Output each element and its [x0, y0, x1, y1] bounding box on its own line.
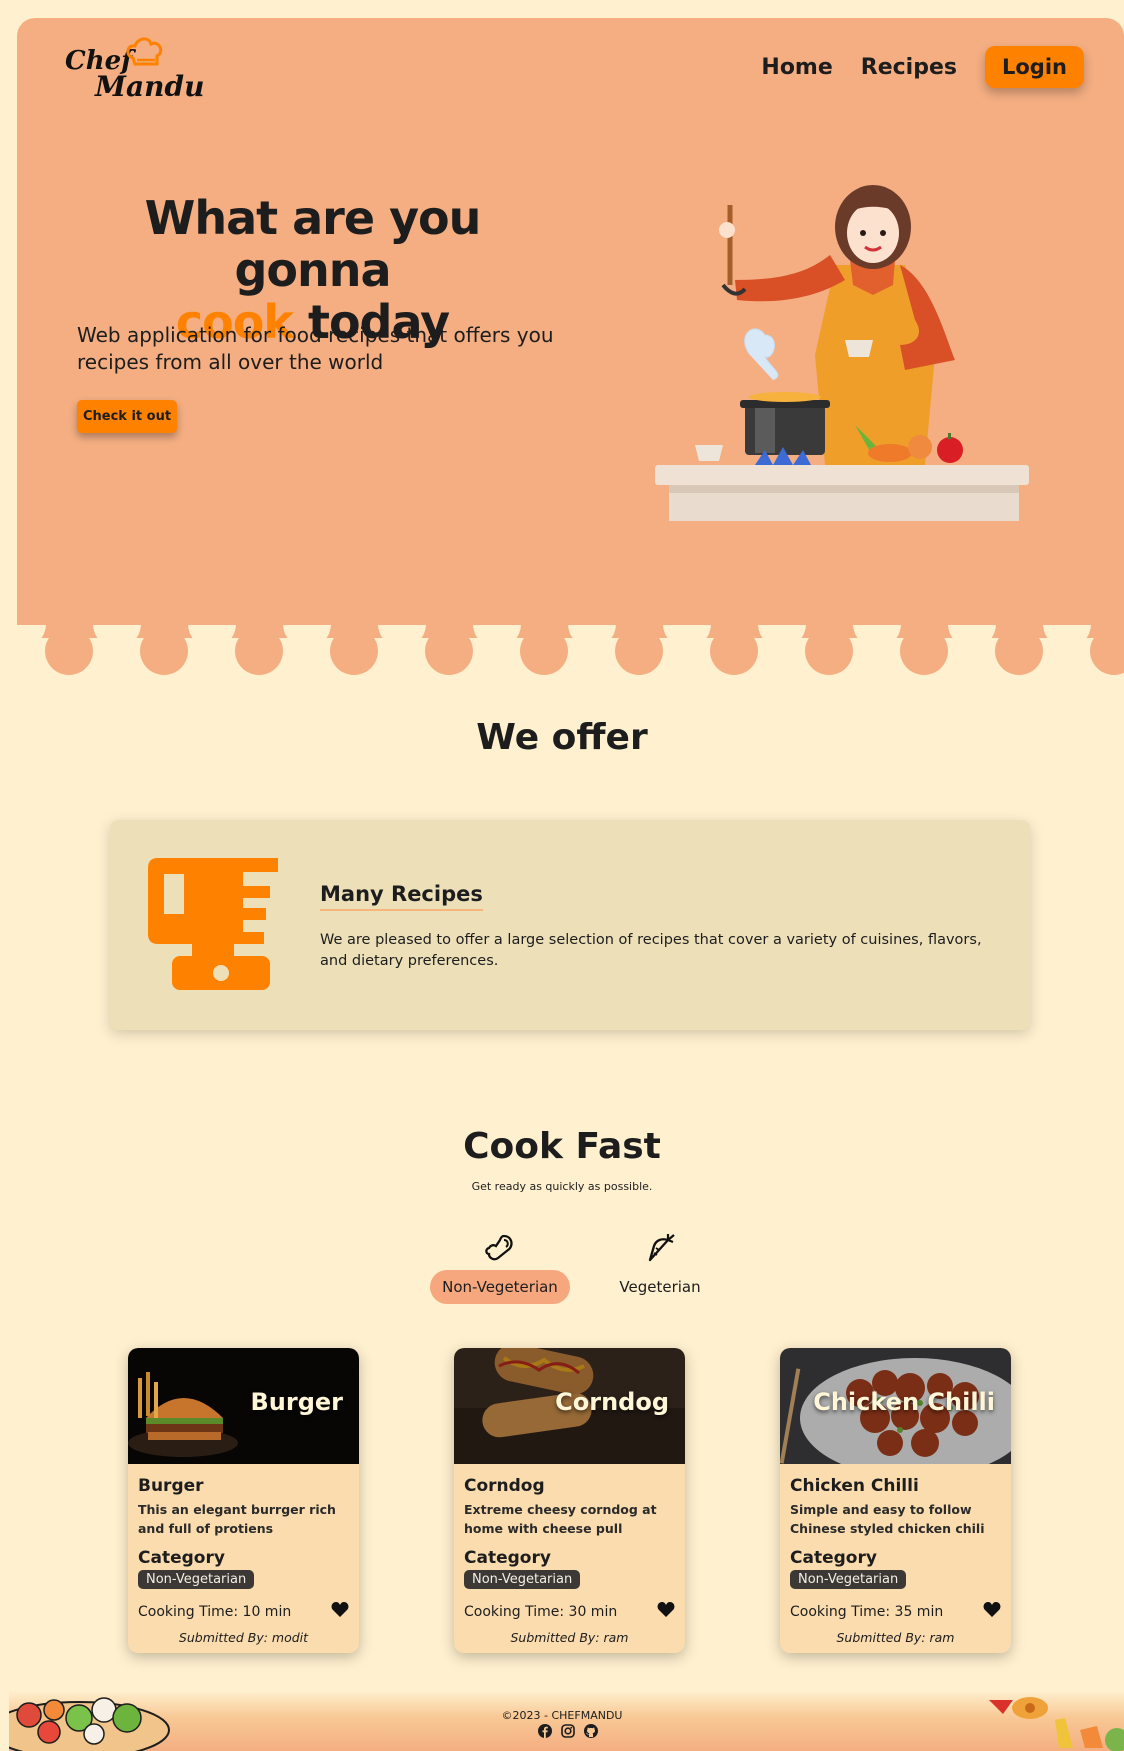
recipe-category-label: Category: [138, 1548, 225, 1568]
recipe-image-chicken-chilli: Chicken Chilli: [780, 1348, 1011, 1464]
cook-fast-title: Cook Fast: [463, 1126, 661, 1167]
login-button[interactable]: Login: [985, 46, 1084, 88]
hero-subtitle: Web application for food recipes that of…: [77, 323, 554, 374]
footer-copyright: ©2023 - CHEFMANDU: [501, 1709, 623, 1722]
recipe-name: Chicken Chilli: [790, 1476, 919, 1496]
recipe-image-corndog: Corndog: [454, 1348, 685, 1464]
blender-icon: [148, 858, 278, 990]
tab-non-vegetarian[interactable]: Non-Vegeterian: [427, 1232, 573, 1304]
heart-icon[interactable]: [983, 1602, 1001, 1618]
recipe-card-chicken-chilli[interactable]: Chicken Chilli Chicken Chilli Simple and…: [780, 1348, 1011, 1653]
recipe-name: Corndog: [464, 1476, 545, 1496]
cook-fast-subtitle: Get ready as quickly as possible.: [471, 1180, 653, 1193]
facebook-icon[interactable]: [538, 1724, 552, 1738]
submitted-by: Submitted By: ram: [510, 1630, 629, 1645]
offer-text: We are pleased to offer a large selectio…: [320, 932, 982, 969]
cooking-time: Cooking Time: 10 min: [138, 1604, 292, 1620]
recipe-description: This an elegant burrger rich and full of…: [138, 1502, 336, 1536]
recipe-card-body: Corndog Extreme cheesy corndog at home w…: [464, 1476, 679, 1589]
offer-heading: Many Recipes: [320, 882, 483, 911]
top-nav: Home Recipes Login: [761, 46, 1084, 88]
tab-non-vegetarian-label: Non-Vegeterian: [430, 1270, 570, 1304]
offer-card: Many Recipes We are pleased to offer a l…: [110, 820, 1030, 1030]
submitted-by: Submitted By: modit: [178, 1630, 309, 1645]
tab-vegetarian[interactable]: Vegeterian: [587, 1232, 733, 1304]
recipe-card-body: Burger This an elegant burrger rich and …: [138, 1476, 353, 1589]
check-it-out-button[interactable]: Check it out: [77, 400, 177, 433]
recipe-name: Burger: [138, 1476, 204, 1496]
hero-wave-divider: [17, 625, 1124, 675]
instagram-icon[interactable]: [561, 1724, 575, 1738]
recipe-image-title: Corndog: [555, 1388, 669, 1416]
nav-home-link[interactable]: Home: [761, 55, 832, 80]
category-badge: Non-Vegetarian: [138, 1570, 255, 1589]
recipe-image-burger: Burger: [128, 1348, 359, 1464]
tab-vegetarian-label: Vegeterian: [619, 1278, 701, 1296]
logo-text-mandu: Mandu: [95, 70, 205, 103]
category-badge: Non-Vegetarian: [464, 1570, 581, 1589]
social-links: [538, 1724, 598, 1738]
heart-icon[interactable]: [657, 1602, 675, 1618]
carrot-icon: [648, 1234, 675, 1262]
chef-cooking-illustration: [655, 185, 1029, 521]
logo[interactable]: Chef Mandu: [65, 36, 204, 106]
heart-icon[interactable]: [331, 1602, 349, 1618]
chef-hat-icon: [126, 37, 163, 66]
recipe-category-label: Category: [790, 1548, 877, 1568]
we-offer-title: We offer: [476, 717, 648, 758]
recipe-card-body: Chicken Chilli Simple and easy to follow…: [790, 1476, 1005, 1589]
github-icon[interactable]: [584, 1724, 598, 1738]
recipe-description: Extreme cheesy corndog at home with chee…: [464, 1502, 657, 1536]
cooking-time: Cooking Time: 35 min: [790, 1604, 944, 1620]
nav-recipes-link[interactable]: Recipes: [861, 55, 957, 80]
hero-title-line1: What are you gonna: [144, 191, 482, 297]
recipe-category-label: Category: [464, 1548, 551, 1568]
recipe-card-corndog[interactable]: Corndog Corndog Extreme cheesy corndog a…: [454, 1348, 685, 1653]
submitted-by: Submitted By: ram: [836, 1630, 955, 1645]
recipe-card-burger[interactable]: Burger Burger This an elegant burrger ri…: [128, 1348, 359, 1653]
recipe-image-title: Chicken Chilli: [813, 1388, 995, 1416]
category-badge: Non-Vegetarian: [790, 1570, 907, 1589]
drumstick-icon: [485, 1234, 513, 1261]
recipe-description: Simple and easy to follow Chinese styled…: [790, 1502, 985, 1536]
recipe-image-title: Burger: [250, 1388, 343, 1416]
cooking-time: Cooking Time: 30 min: [464, 1604, 618, 1620]
